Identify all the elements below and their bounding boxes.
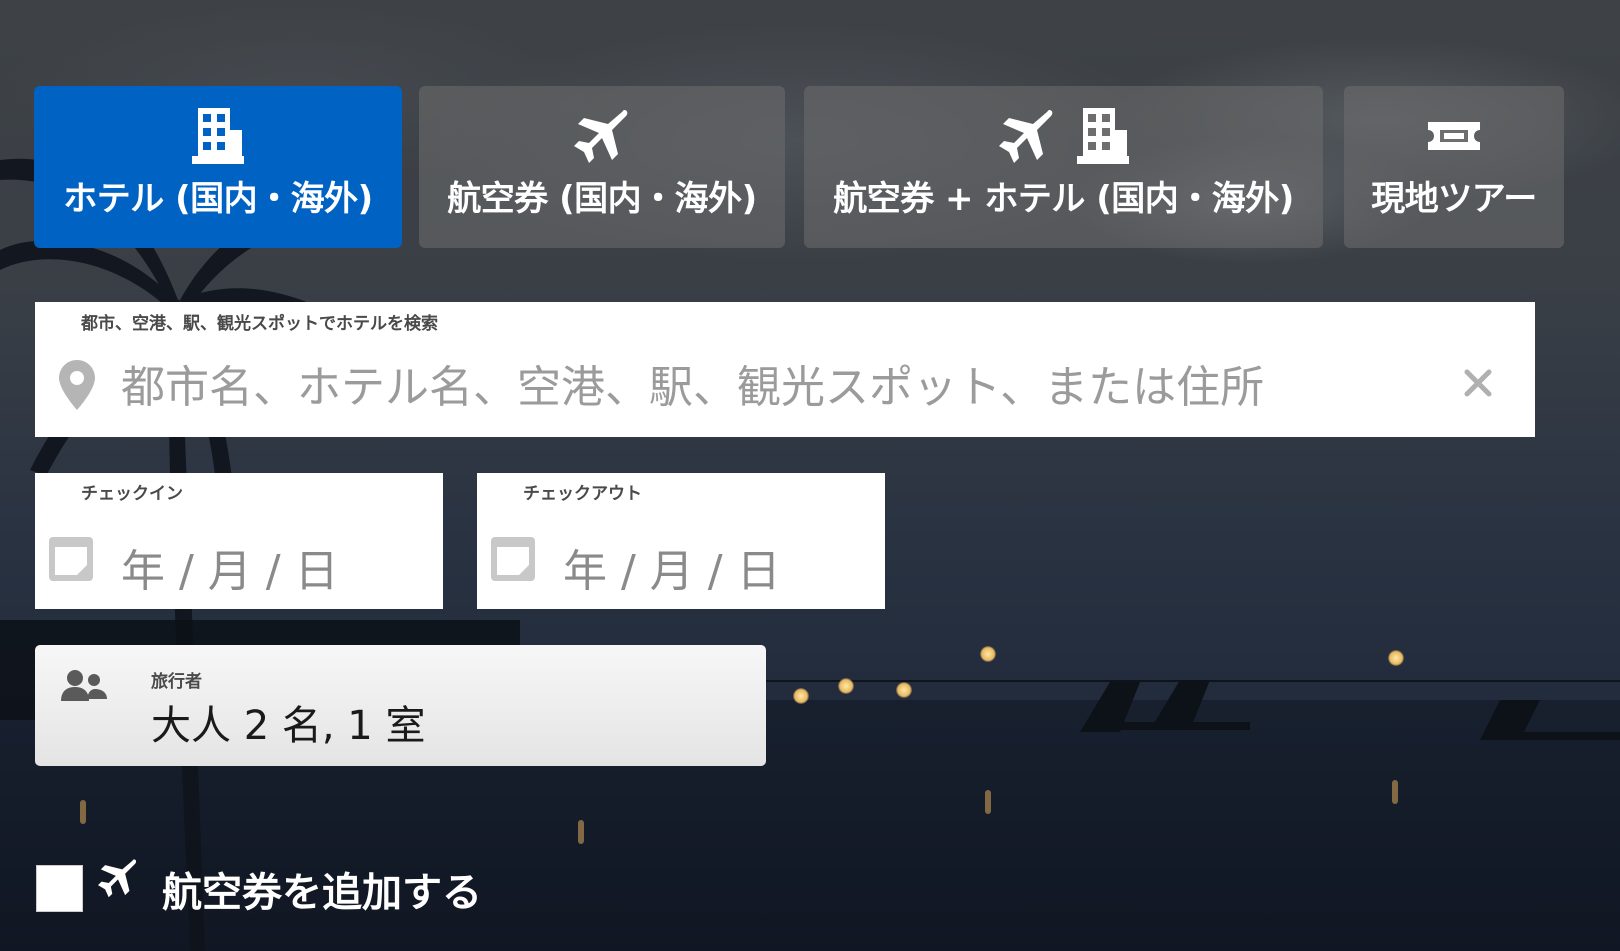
- add-flight-label: 航空券を追加する: [162, 870, 482, 916]
- ticket-icon: [1428, 122, 1480, 150]
- tab-hotel[interactable]: ホテル (国内・海外): [34, 86, 402, 248]
- location-pin-icon: [59, 360, 95, 410]
- close-icon[interactable]: [1463, 368, 1493, 398]
- tab-flight[interactable]: 航空券 (国内・海外): [419, 86, 785, 248]
- checkout-field[interactable]: チェックアウト 年 / 月 / 日: [477, 473, 885, 609]
- people-icon: [61, 670, 107, 701]
- travelers-caption: 旅行者: [151, 672, 202, 692]
- tab-local-tour-label: 現地ツアー: [1371, 179, 1537, 219]
- tab-flight-label: 航空券 (国内・海外): [447, 179, 757, 219]
- checkin-field[interactable]: チェックイン 年 / 月 / 日: [35, 473, 443, 609]
- destination-search-input[interactable]: [119, 356, 1433, 418]
- checkin-value: 年 / 月 / 日: [121, 546, 339, 597]
- building-icon: [192, 108, 244, 164]
- tab-local-tour[interactable]: 現地ツアー: [1344, 86, 1564, 248]
- travelers-selector[interactable]: 旅行者 大人 2 名, 1 室: [35, 645, 766, 766]
- building-icon: [1076, 108, 1129, 164]
- add-flight-option[interactable]: 航空券を追加する: [36, 858, 596, 918]
- calendar-icon: [49, 537, 93, 581]
- travelers-value: 大人 2 名, 1 室: [151, 703, 426, 749]
- calendar-icon: [491, 537, 535, 581]
- tab-flight-hotel[interactable]: 航空券 + ホテル (国内・海外): [804, 86, 1323, 248]
- airplane-icon: [574, 110, 628, 163]
- tab-flight-hotel-label: 航空券 + ホテル (国内・海外): [833, 179, 1294, 219]
- checkin-caption: チェックイン: [81, 484, 183, 504]
- airplane-icon: [998, 110, 1052, 163]
- checkout-value: 年 / 月 / 日: [563, 546, 781, 597]
- checkout-caption: チェックアウト: [523, 484, 642, 504]
- add-flight-checkbox[interactable]: [36, 865, 83, 912]
- destination-search-field[interactable]: 都市、空港、駅、観光スポットでホテルを検索: [35, 302, 1535, 437]
- airplane-icon: [98, 859, 137, 898]
- tab-hotel-label: ホテル (国内・海外): [63, 179, 373, 219]
- search-caption: 都市、空港、駅、観光スポットでホテルを検索: [81, 314, 438, 334]
